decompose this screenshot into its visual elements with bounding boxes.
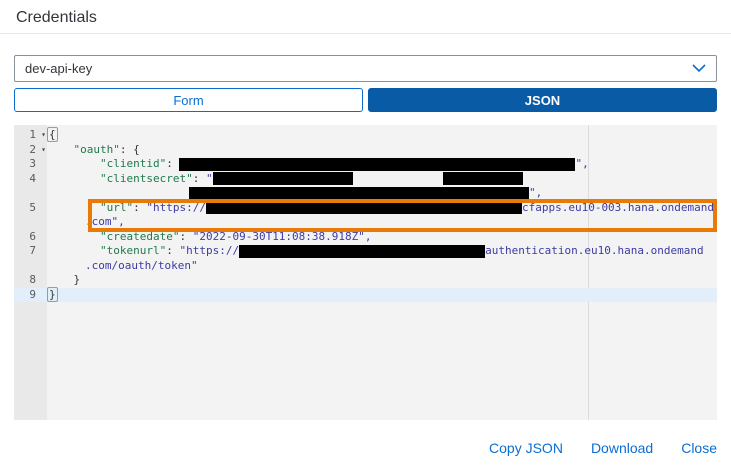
spacer — [47, 268, 85, 269]
code-line: 5 "url": "https:// cfapps.eu10-003.hana.o… — [14, 201, 717, 216]
code-line-content: "tokenurl": "https:// authentication.eu10… — [47, 244, 717, 259]
json-string: .com/oauth/token" — [85, 259, 198, 272]
json-string: "https:// — [146, 201, 206, 214]
json-punctuation: : — [166, 157, 179, 170]
code-line-content: } — [47, 273, 717, 288]
spacer — [353, 181, 443, 182]
redaction-box — [239, 245, 485, 258]
redaction-box — [206, 201, 522, 214]
json-string: .com", — [85, 215, 125, 228]
code-line: 9} — [14, 288, 717, 303]
code-rows: 1▾{2▾ "oauth": {3 "clientid": ",4 "clien… — [14, 128, 717, 302]
credentials-dialog: Credentials dev-api-key Form JSON 1▾{2▾ … — [0, 0, 731, 466]
json-string: " — [206, 172, 213, 185]
json-punctuation: : { — [120, 143, 140, 156]
json-key: "url" — [100, 201, 133, 214]
json-key: "tokenurl" — [100, 244, 166, 257]
json-punctuation — [47, 244, 100, 257]
redaction-box — [443, 172, 523, 185]
line-number: 9 — [14, 288, 47, 303]
json-string: ", — [575, 157, 588, 170]
code-line: 8 } — [14, 273, 717, 288]
form-tab-button[interactable]: Form — [14, 88, 363, 112]
code-line: 6 "createdate": "2022-09-30T11:08:38.918… — [14, 230, 717, 245]
json-punctuation: { — [47, 127, 58, 142]
code-line-content: "oauth": { — [47, 143, 717, 158]
json-punctuation — [47, 157, 100, 170]
json-string: "https:// — [179, 244, 239, 257]
json-punctuation: : — [166, 244, 179, 257]
line-number: 8 — [14, 273, 47, 288]
code-line: ", — [14, 186, 717, 201]
code-line-content: .com/oauth/token" — [47, 259, 717, 274]
code-line-content: "url": "https:// cfapps.eu10-003.hana.ond… — [47, 201, 717, 216]
code-line: .com", — [14, 215, 717, 230]
json-punctuation — [47, 201, 100, 214]
code-line: 7 "tokenurl": "https:// authentication.eu… — [14, 244, 717, 259]
code-line: 3 "clientid": ", — [14, 157, 717, 172]
line-number: 1▾ — [14, 128, 47, 143]
download-button[interactable]: Download — [591, 440, 653, 456]
json-punctuation: : — [193, 172, 206, 185]
line-number: 7 — [14, 244, 47, 259]
json-punctuation: : — [179, 230, 192, 243]
line-number: 6 — [14, 230, 47, 245]
line-number — [14, 259, 47, 274]
chevron-down-icon — [692, 64, 706, 73]
code-line: 4 "clientsecret": " — [14, 172, 717, 187]
fold-caret-icon[interactable]: ▾ — [41, 143, 46, 158]
line-number — [14, 215, 47, 230]
json-tab-button[interactable]: JSON — [368, 88, 717, 112]
close-button[interactable]: Close — [681, 440, 717, 456]
code-line-content: } — [47, 288, 717, 303]
json-key: "oauth" — [74, 143, 120, 156]
json-punctuation: } — [47, 273, 80, 286]
json-string: ", — [529, 186, 542, 199]
code-line: 2▾ "oauth": { — [14, 143, 717, 158]
footer-actions: Copy JSON Download Close — [489, 440, 717, 456]
code-line: 1▾{ — [14, 128, 717, 143]
json-key: "clientid" — [100, 157, 166, 170]
json-key: "createdate" — [100, 230, 179, 243]
credential-select-value: dev-api-key — [25, 61, 692, 76]
code-line-content: { — [47, 128, 717, 143]
spacer — [47, 195, 189, 196]
json-string: "2022-09-30T11:08:38.918Z", — [193, 230, 372, 243]
json-punctuation — [47, 143, 74, 156]
line-number: 4 — [14, 172, 47, 187]
redaction-box — [189, 187, 529, 200]
redaction-box — [213, 172, 353, 185]
json-punctuation — [47, 230, 100, 243]
json-punctuation — [47, 172, 100, 185]
code-line-content: "createdate": "2022-09-30T11:08:38.918Z"… — [47, 230, 717, 245]
json-code-editor[interactable]: 1▾{2▾ "oauth": {3 "clientid": ",4 "clien… — [14, 125, 717, 420]
line-number — [14, 186, 47, 201]
code-line-content: "clientsecret": " — [47, 172, 717, 187]
redaction-box — [179, 158, 575, 171]
json-key: "clientsecret" — [100, 172, 193, 185]
fold-caret-icon[interactable]: ▾ — [41, 128, 46, 143]
copy-json-button[interactable]: Copy JSON — [489, 440, 563, 456]
line-number: 2▾ — [14, 143, 47, 158]
json-string: authentication.eu10.hana.ondemand — [485, 244, 704, 257]
view-toggle: Form JSON — [14, 88, 717, 112]
json-string: cfapps.eu10-003.hana.ondemand — [522, 201, 714, 214]
json-punctuation: : — [133, 201, 146, 214]
code-line-content: .com", — [47, 215, 717, 230]
line-number: 5 — [14, 201, 47, 216]
code-line-content: "clientid": ", — [47, 157, 717, 172]
credential-select[interactable]: dev-api-key — [14, 55, 717, 82]
code-line: .com/oauth/token" — [14, 259, 717, 274]
line-number: 3 — [14, 157, 47, 172]
spacer — [47, 224, 85, 225]
dialog-title: Credentials — [16, 9, 97, 27]
header-divider — [0, 33, 731, 34]
code-line-content: ", — [47, 186, 717, 201]
json-punctuation: } — [47, 287, 58, 302]
